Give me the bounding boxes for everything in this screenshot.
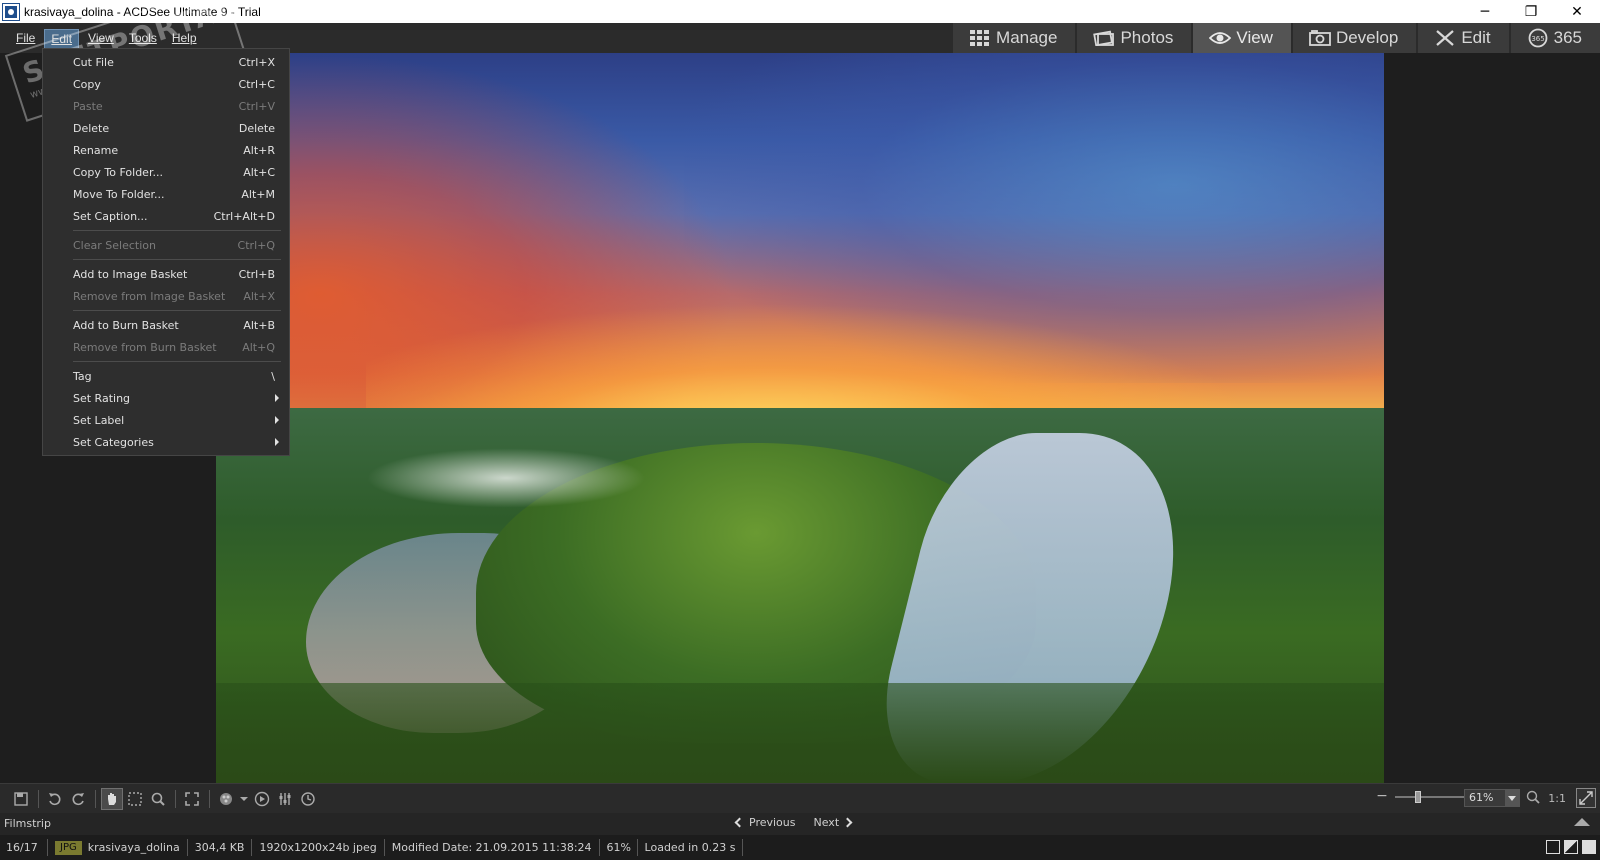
restore-button[interactable]: ❐ <box>1508 0 1554 23</box>
fullscreen-icon[interactable] <box>181 788 203 810</box>
eye-icon <box>1209 29 1232 47</box>
chevron-right-icon <box>842 817 853 828</box>
window-controls: ─ ❐ ✕ <box>1462 0 1600 23</box>
mode-manage-label: Manage <box>996 28 1058 47</box>
grid-icon <box>969 29 991 47</box>
submenu-arrow-icon <box>275 394 279 402</box>
menu-item-remove-from-burn-basket: Remove from Burn Basket Alt+Q <box>73 340 275 354</box>
menu-item-set-caption[interactable]: Set Caption... Ctrl+Alt+D <box>43 205 289 227</box>
mode-edit[interactable]: Edit <box>1418 23 1509 53</box>
menu-separator <box>73 310 281 311</box>
chevron-left-icon <box>734 817 745 828</box>
mode-365-label: 365 <box>1553 28 1582 47</box>
filmstrip-toggle-icon[interactable] <box>1574 818 1590 826</box>
slideshow-play-icon[interactable] <box>251 788 273 810</box>
menu-item-move-to-folder[interactable]: Move To Folder... Alt+M <box>43 183 289 205</box>
previous-label: Previous <box>749 816 796 829</box>
zoom-level-select[interactable]: 61% <box>1464 789 1520 807</box>
status-dimensions: 1920x1200x24b jpeg <box>252 839 385 856</box>
actual-size-button[interactable]: 1:1 <box>1548 792 1566 805</box>
mode-photos-label: Photos <box>1120 28 1174 47</box>
next-button[interactable]: Next <box>813 816 853 829</box>
filmstrip-bar: Filmstrip Previous Next <box>0 813 1600 835</box>
submenu-arrow-icon <box>275 416 279 424</box>
status-bar: 16/17 JPG krasivaya_dolina 304,4 KB 1920… <box>0 835 1600 860</box>
edit-menu-dropdown: Cut File Ctrl+X Copy Ctrl+C Paste Ctrl+V De… <box>42 48 290 456</box>
menu-item-delete[interactable]: Delete Delete <box>43 117 289 139</box>
mode-develop-label: Develop <box>1335 28 1399 47</box>
menu-separator <box>73 361 281 362</box>
menu-item-cut-file[interactable]: Cut File Ctrl+X <box>43 51 289 73</box>
menu-separator <box>73 259 281 260</box>
filmstrip-label[interactable]: Filmstrip <box>4 817 51 830</box>
brush-icon <box>1434 29 1456 47</box>
mode-view[interactable]: View <box>1193 23 1291 53</box>
minimize-button[interactable]: ─ <box>1462 0 1508 23</box>
mode-tabs: Manage Photos View Develop Edit 365 365 <box>951 23 1600 53</box>
app-icon <box>2 2 20 21</box>
status-load-time: Loaded in 0.23 s <box>638 839 744 856</box>
rotate-right-icon[interactable] <box>67 788 89 810</box>
mode-edit-label: Edit <box>1461 28 1491 47</box>
zoom-fit-icon[interactable] <box>1526 789 1540 808</box>
close-button[interactable]: ✕ <box>1554 0 1600 23</box>
expand-icon[interactable] <box>1576 788 1596 808</box>
panel-toggle-icon[interactable] <box>1546 840 1560 854</box>
file-format-badge: JPG <box>55 840 82 855</box>
365-icon: 365 <box>1527 28 1549 48</box>
clock-icon[interactable] <box>297 788 319 810</box>
hand-tool-icon[interactable] <box>101 788 123 810</box>
mode-view-label: View <box>1236 28 1273 47</box>
status-filesize: 304,4 KB <box>188 839 253 856</box>
landscape-photo[interactable] <box>216 53 1384 783</box>
mode-photos[interactable]: Photos <box>1077 23 1192 53</box>
menu-item-tag[interactable]: Tag \ <box>43 365 289 387</box>
zoom-tool-icon[interactable] <box>147 788 169 810</box>
adjust-icon[interactable] <box>274 788 296 810</box>
chevron-down-icon[interactable] <box>238 788 250 810</box>
svg-text:365: 365 <box>1531 35 1544 43</box>
status-file: JPG krasivaya_dolina <box>48 839 188 856</box>
menu-item-set-rating[interactable]: Set Rating <box>43 387 289 409</box>
previous-button[interactable]: Previous <box>734 816 796 829</box>
submenu-arrow-icon <box>275 438 279 446</box>
rotate-left-icon[interactable] <box>44 788 66 810</box>
menu-item-set-label[interactable]: Set Label <box>43 409 289 431</box>
zoom-slider[interactable] <box>1395 791 1465 803</box>
menu-item-paste: Paste Ctrl+V <box>73 99 275 113</box>
mode-365[interactable]: 365 365 <box>1510 23 1600 53</box>
menu-item-add-to-image-basket[interactable]: Add to Image Basket Ctrl+B <box>43 263 289 285</box>
status-position: 16/17 <box>0 839 48 856</box>
zoom-level-value: 61% <box>1469 791 1494 804</box>
menu-item-remove-from-image-basket: Remove from Image Basket Alt+X <box>73 289 275 303</box>
menu-item-clear-selection: Clear Selection Ctrl+Q <box>73 238 275 252</box>
photos-icon <box>1093 29 1115 47</box>
color-tools-icon[interactable] <box>215 788 237 810</box>
contrast-toggle-icon[interactable] <box>1564 840 1578 854</box>
mode-manage[interactable]: Manage <box>953 23 1076 53</box>
menu-item-set-categories[interactable]: Set Categories <box>43 431 289 453</box>
checkmark-icon[interactable] <box>1582 840 1596 854</box>
zoom-out-button[interactable]: − <box>1375 789 1389 804</box>
zoom-slider-thumb[interactable] <box>1415 791 1421 803</box>
menu-item-rename[interactable]: Rename Alt+R <box>43 139 289 161</box>
save-icon[interactable] <box>10 788 32 810</box>
menu-item-copy[interactable]: Copy Ctrl+C <box>43 73 289 95</box>
status-modified-date: Modified Date: 21.09.2015 11:38:24 <box>385 839 600 856</box>
status-zoom: 61% <box>600 839 638 856</box>
select-tool-icon[interactable] <box>124 788 146 810</box>
develop-icon <box>1309 29 1331 47</box>
menu-item-copy-to-folder[interactable]: Copy To Folder... Alt+C <box>43 161 289 183</box>
menu-separator <box>73 230 281 231</box>
menu-item-add-to-burn-basket[interactable]: Add to Burn Basket Alt+B <box>43 314 289 336</box>
mode-develop[interactable]: Develop <box>1292 23 1417 53</box>
next-label: Next <box>813 816 840 829</box>
view-toolbar: − + 61% 1:1 <box>0 783 1600 813</box>
chevron-down-icon <box>1505 790 1519 806</box>
status-filename: krasivaya_dolina <box>87 841 180 854</box>
